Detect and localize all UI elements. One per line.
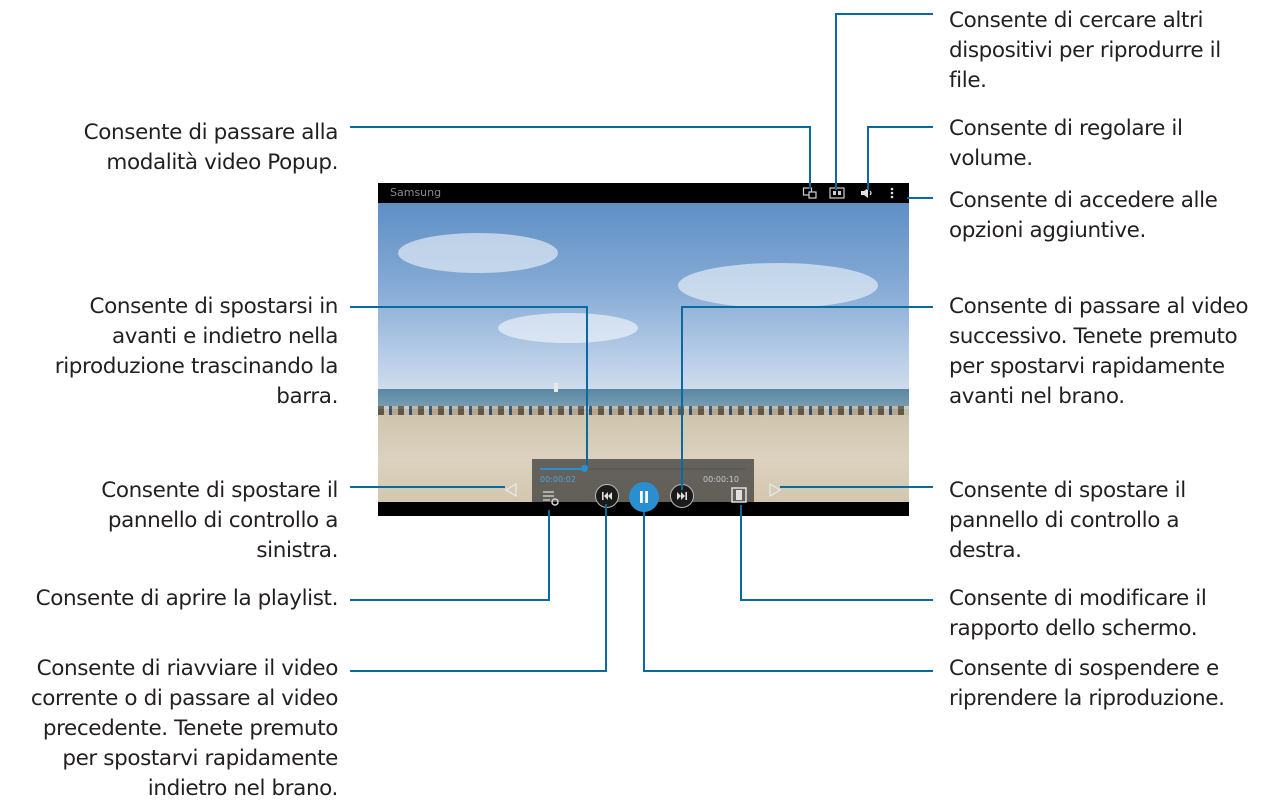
- leader-ratio: [740, 505, 933, 601]
- annotation-pause: Consente di sospendere e riprendere la r…: [949, 656, 1225, 711]
- annotation-popup: Consente di passare alla modalità video …: [83, 120, 339, 175]
- skip-previous-icon: [602, 492, 612, 500]
- triangle-right-icon[interactable]: [768, 482, 782, 498]
- annotation-next: Consente di passare al video successivo.…: [949, 294, 1249, 409]
- pause-button[interactable]: [629, 482, 659, 512]
- video-frame: [378, 203, 909, 502]
- annotation-move-right: Consente di spostare il pannello di cont…: [949, 478, 1186, 563]
- screen-mirror-icon[interactable]: [829, 185, 845, 201]
- leader-playlist: [350, 510, 550, 601]
- more-options-icon[interactable]: [884, 185, 900, 201]
- title-bar: Samsung: [378, 183, 909, 203]
- annotation-volume: Consente di regolare il volume.: [949, 116, 1183, 171]
- annotation-options: Consente di accedere alle opzioni aggiun…: [949, 188, 1218, 243]
- total-time: 00:00:10: [703, 475, 739, 484]
- leader-search-devices: [835, 13, 933, 190]
- pause-icon: [640, 491, 648, 503]
- leader-pause: [643, 512, 933, 672]
- playlist-icon[interactable]: [542, 489, 560, 507]
- leader-previous: [350, 504, 607, 672]
- skip-next-icon: [677, 492, 687, 500]
- seek-progress: [540, 468, 584, 470]
- video-player[interactable]: Samsung 00:00:02 00:00:10: [378, 183, 909, 516]
- triangle-left-icon[interactable]: [504, 482, 518, 498]
- annotation-move-left: Consente di spostare il pannello di cont…: [101, 478, 338, 563]
- annotation-search-devices: Consente di cercare altri dispositivi pe…: [949, 8, 1221, 93]
- video-title: Samsung: [390, 186, 442, 199]
- annotation-previous: Consente di riavviare il video corrente …: [30, 656, 339, 801]
- skip-next-button[interactable]: [670, 484, 694, 508]
- aspect-ratio-icon[interactable]: [731, 487, 747, 503]
- leader-volume: [867, 126, 933, 190]
- annotation-playlist: Consente di aprire la playlist.: [35, 586, 339, 611]
- leader-popup: [350, 126, 811, 189]
- seek-handle[interactable]: [581, 465, 588, 472]
- speaker-icon[interactable]: [859, 185, 875, 201]
- annotation-seek: Consente di spostarsi in avanti e indiet…: [54, 294, 339, 409]
- skip-previous-button[interactable]: [595, 484, 619, 508]
- popup-video-icon[interactable]: [802, 185, 818, 201]
- annotation-ratio: Consente di modificare il rapporto dello…: [949, 586, 1207, 641]
- elapsed-time: 00:00:02: [540, 475, 576, 484]
